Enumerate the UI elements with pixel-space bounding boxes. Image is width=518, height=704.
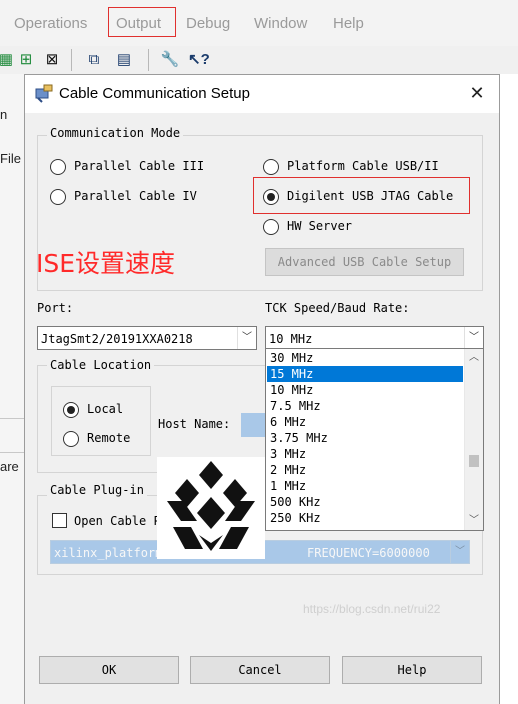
tck-option[interactable]: 7.5 MHz bbox=[267, 398, 463, 414]
radio-platform-cable-usb-label: Platform Cable USB/II bbox=[287, 159, 439, 173]
chip-icon[interactable]: ⊠ bbox=[42, 50, 62, 70]
tck-speed-dropdown-list[interactable]: 30 MHz 15 MHz 10 MHz 7.5 MHz 6 MHz 3.75 … bbox=[265, 348, 484, 531]
watermark-logo bbox=[157, 457, 265, 559]
plugin-value-right: FREQUENCY=6000000 bbox=[307, 546, 430, 560]
cable-icon bbox=[35, 84, 53, 103]
radio-parallel-cable-iii-label: Parallel Cable III bbox=[74, 159, 205, 173]
whats-this-help-icon[interactable]: ↖? bbox=[188, 50, 210, 70]
tck-speed-value: 10 MHz bbox=[269, 332, 313, 346]
menu-help[interactable]: Help bbox=[333, 15, 364, 32]
copy-icon[interactable]: ⧉ bbox=[84, 50, 104, 70]
watermark-url: https://blog.csdn.net/rui22 bbox=[303, 602, 441, 616]
help-button[interactable]: Help bbox=[342, 656, 482, 684]
tck-option[interactable]: 3.75 MHz bbox=[267, 430, 463, 446]
port-value: JtagSmt2/20191XXA0218 bbox=[41, 332, 193, 346]
ok-button[interactable]: OK bbox=[39, 656, 179, 684]
left-panel-fragment: File bbox=[0, 151, 21, 166]
open-cable-plugin-checkbox[interactable] bbox=[52, 513, 67, 528]
host-name-input[interactable] bbox=[241, 413, 265, 437]
menu-bar: Operations Output Debug Window Help bbox=[0, 0, 518, 46]
cancel-button[interactable]: Cancel bbox=[190, 656, 330, 684]
close-icon[interactable]: ✕ bbox=[465, 81, 489, 105]
tck-option[interactable]: 250 KHz bbox=[267, 510, 463, 526]
left-panel-fragment: n bbox=[0, 107, 8, 122]
chevron-down-icon[interactable]: ﹀ bbox=[450, 541, 469, 563]
tck-speed-label: TCK Speed/Baud Rate: bbox=[265, 301, 410, 315]
dropdown-scrollbar[interactable]: ︿ ﹀ bbox=[464, 349, 483, 530]
cable-plugin-label: Cable Plug-in bbox=[47, 483, 147, 497]
left-panel-divider bbox=[0, 452, 24, 453]
toolbar bbox=[0, 46, 518, 74]
advanced-usb-cable-setup-button[interactable]: Advanced USB Cable Setup bbox=[265, 248, 464, 276]
radio-parallel-cable-iii[interactable] bbox=[50, 159, 66, 175]
left-panel-divider bbox=[0, 418, 24, 419]
radio-digilent-usb-jtag[interactable] bbox=[263, 189, 279, 205]
radio-parallel-cable-iv[interactable] bbox=[50, 189, 66, 205]
port-select[interactable]: JtagSmt2/20191XXA0218 ﹀ bbox=[37, 326, 257, 350]
toolbar-separator bbox=[148, 49, 149, 71]
chevron-down-icon[interactable]: ﹀ bbox=[465, 513, 483, 529]
menu-debug[interactable]: Debug bbox=[186, 15, 230, 32]
chevron-down-icon[interactable]: ﹀ bbox=[464, 327, 483, 349]
tck-option[interactable]: 500 KHz bbox=[267, 494, 463, 510]
radio-remote[interactable] bbox=[63, 431, 79, 447]
grid-icon[interactable]: ▦ bbox=[0, 50, 16, 70]
left-panel bbox=[0, 74, 24, 704]
toolbar-separator bbox=[71, 49, 72, 71]
tck-option[interactable]: 1 MHz bbox=[267, 478, 463, 494]
menu-operations[interactable]: Operations bbox=[14, 15, 87, 32]
chevron-up-icon[interactable]: ︿ bbox=[465, 350, 483, 366]
radio-hw-server[interactable] bbox=[263, 219, 279, 235]
tck-option[interactable]: 10 MHz bbox=[267, 382, 463, 398]
communication-mode-label: Communication Mode bbox=[47, 126, 184, 140]
chip-icon[interactable]: ⊞ bbox=[16, 50, 36, 70]
output-menu-highlight-box bbox=[108, 7, 176, 37]
tck-option[interactable]: 30 MHz bbox=[267, 350, 463, 366]
radio-local-label: Local bbox=[87, 402, 124, 416]
radio-parallel-cable-iv-label: Parallel Cable IV bbox=[74, 189, 197, 203]
host-name-label: Host Name: bbox=[158, 417, 231, 431]
logo-icon bbox=[167, 461, 255, 551]
dialog-titlebar[interactable]: Cable Communication Setup ✕ bbox=[25, 75, 499, 113]
radio-local[interactable] bbox=[63, 402, 79, 418]
radio-platform-cable-usb[interactable] bbox=[263, 159, 279, 175]
port-label: Port: bbox=[37, 301, 74, 315]
tck-option[interactable]: 3 MHz bbox=[267, 446, 463, 462]
window-icon[interactable]: ▤ bbox=[114, 50, 134, 70]
radio-remote-label: Remote bbox=[87, 431, 131, 445]
chevron-down-icon[interactable]: ﹀ bbox=[237, 327, 256, 349]
radio-hw-server-label: HW Server bbox=[287, 219, 353, 233]
tck-speed-select[interactable]: 10 MHz ﹀ bbox=[265, 326, 484, 350]
tck-option-selected[interactable]: 15 MHz bbox=[267, 366, 463, 382]
tck-option[interactable]: 6 MHz bbox=[267, 414, 463, 430]
tck-option[interactable]: 2 MHz bbox=[267, 462, 463, 478]
left-panel-fragment: are bbox=[0, 459, 19, 474]
menu-window[interactable]: Window bbox=[254, 15, 307, 32]
wrench-icon[interactable]: 🔧 bbox=[160, 50, 180, 70]
annotation-text: ISE设置速度 bbox=[36, 249, 176, 278]
cable-location-label: Cable Location bbox=[47, 358, 155, 372]
dialog-title: Cable Communication Setup bbox=[59, 85, 250, 102]
scrollbar-thumb[interactable] bbox=[469, 455, 479, 467]
radio-digilent-usb-jtag-label: Digilent USB JTAG Cable bbox=[287, 189, 454, 203]
